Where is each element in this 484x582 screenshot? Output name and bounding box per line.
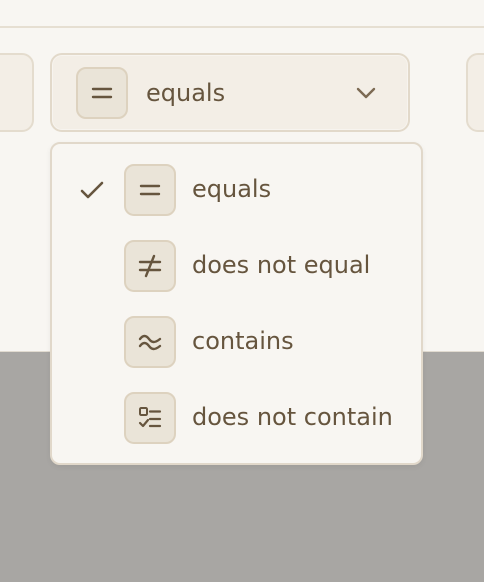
checklist-option-icon-box <box>124 392 176 444</box>
dropdown-option-label: does not equal <box>192 251 371 279</box>
not-equal-icon <box>138 254 162 278</box>
select-equals-icon-box <box>76 67 128 119</box>
chevron-down-icon <box>356 87 376 99</box>
checklist-icon <box>138 407 162 428</box>
right-filter-card[interactable] <box>466 53 484 132</box>
selected-operator-label: equals <box>146 79 226 107</box>
equals-option-icon-box <box>124 164 176 216</box>
dropdown-option-contains[interactable]: contains <box>52 296 421 370</box>
page: equals equals does not equal contains do… <box>0 0 484 582</box>
approx-option-icon-box <box>124 316 176 368</box>
dropdown-option-equals[interactable]: equals <box>52 144 421 218</box>
left-filter-card[interactable] <box>0 53 34 132</box>
equals-icon <box>139 184 161 196</box>
dropdown-option-does-not-contain[interactable]: does not contain <box>52 372 421 446</box>
operator-dropdown: equals does not equal contains does not … <box>50 142 423 465</box>
checkmark-icon <box>80 181 104 199</box>
not-equal-option-icon-box <box>124 240 176 292</box>
approx-icon <box>138 334 162 351</box>
dropdown-option-label: equals <box>192 175 272 203</box>
dropdown-option-does-not-equal[interactable]: does not equal <box>52 220 421 294</box>
operator-select[interactable]: equals <box>50 53 410 132</box>
dropdown-option-label: contains <box>192 327 294 355</box>
dropdown-option-label: does not contain <box>192 403 393 431</box>
equals-icon <box>91 87 113 99</box>
top-divider <box>0 26 484 28</box>
